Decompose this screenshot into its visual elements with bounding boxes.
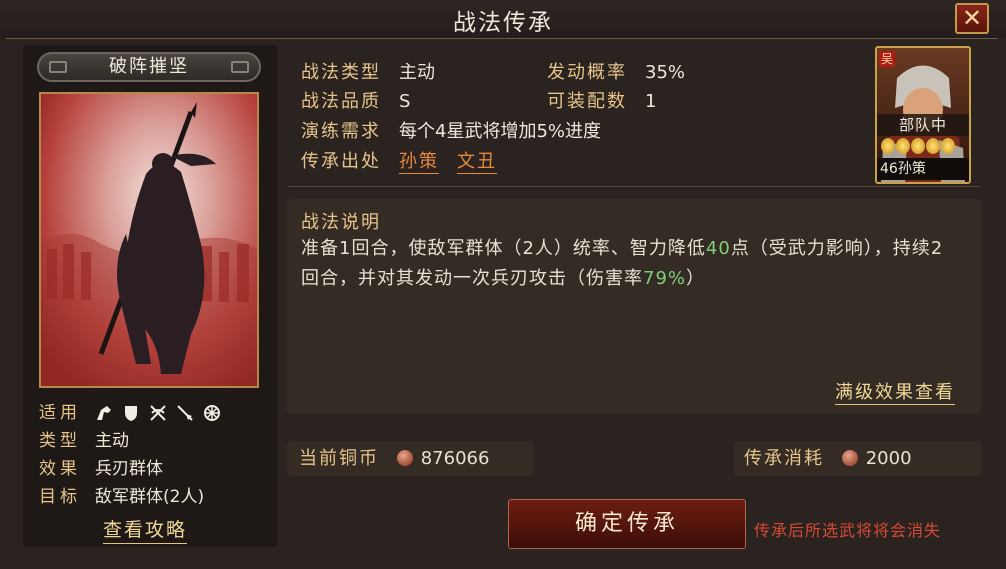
info-value: 主动 bbox=[399, 62, 435, 83]
description-value-highlight: 79% bbox=[643, 268, 687, 289]
star-icon bbox=[941, 138, 955, 154]
info-trigger-rate: 发动概率 35% bbox=[547, 60, 685, 86]
attr-label: 类型 bbox=[39, 431, 81, 451]
bow-icon bbox=[149, 404, 167, 422]
general-level-name: 46孙策 bbox=[877, 158, 969, 180]
current-copper-box: 当前铜币 876066 bbox=[287, 441, 533, 476]
general-card[interactable]: 吴 部队中 46孙策 bbox=[875, 46, 971, 184]
skill-description-panel: 战法说明 准备1回合，使敌军群体（2人）统率、智力降低40点（受武力影响），持续… bbox=[287, 199, 981, 414]
info-value: 1 bbox=[645, 91, 657, 112]
info-training-requirement: 演练需求 每个4星武将增加5%进度 bbox=[301, 119, 601, 145]
copper-coin-icon bbox=[396, 450, 413, 466]
attr-value: 敌军群体(2人) bbox=[95, 487, 205, 507]
spear-icon bbox=[176, 404, 194, 422]
info-label: 演练需求 bbox=[301, 121, 381, 142]
star-icon bbox=[896, 138, 910, 154]
attr-row-effect: 效果 兵刃群体 bbox=[39, 457, 163, 481]
skill-artwork bbox=[39, 92, 259, 388]
skill-card-panel: 破阵摧坚 适用 类型 主动 效果 兵刃群体 目标 敌军群体(2人) 查看攻略 bbox=[23, 45, 277, 547]
attr-row-type: 类型 主动 bbox=[39, 429, 129, 453]
info-label: 战法类型 bbox=[301, 62, 381, 83]
attr-row-target: 目标 敌军群体(2人) bbox=[39, 485, 204, 509]
inherit-warning-text: 传承后所选武将将会消失 bbox=[754, 521, 942, 540]
star-icon bbox=[911, 138, 925, 154]
info-divider bbox=[288, 186, 980, 187]
view-max-level-effect-link[interactable]: 满级效果查看 bbox=[835, 378, 955, 405]
cost-value: 2000 bbox=[865, 448, 912, 469]
faction-badge: 吴 bbox=[879, 51, 895, 67]
currency-value: 876066 bbox=[420, 448, 490, 469]
general-stars bbox=[881, 138, 955, 156]
info-value: 每个4星武将增加5%进度 bbox=[399, 121, 602, 142]
title-divider bbox=[6, 38, 998, 39]
unit-type-icons bbox=[95, 404, 221, 422]
info-equip-count: 可装配数 1 bbox=[547, 89, 656, 115]
attr-value: 主动 bbox=[95, 431, 129, 451]
close-button[interactable]: ✕ bbox=[955, 3, 989, 34]
siege-icon bbox=[203, 404, 221, 422]
cost-label: 传承消耗 bbox=[744, 448, 824, 469]
info-skill-type: 战法类型 主动 bbox=[301, 60, 435, 86]
info-value: 35% bbox=[645, 62, 686, 83]
general-status: 部队中 bbox=[877, 114, 969, 136]
attr-row-applicable: 适用 bbox=[39, 401, 221, 425]
description-text: 准备1回合，使敌军群体（2人）统率、智力降低40点（受武力影响），持续2回合，并… bbox=[301, 234, 961, 294]
attr-value: 兵刃群体 bbox=[95, 459, 163, 479]
description-value-highlight: 40 bbox=[705, 238, 731, 259]
warrior-silhouette-image bbox=[41, 94, 257, 386]
info-skill-quality: 战法品质 S bbox=[301, 89, 410, 115]
skill-name: 破阵摧坚 bbox=[37, 52, 261, 82]
attr-label: 效果 bbox=[39, 459, 81, 479]
window-title: 战法传承 bbox=[453, 10, 553, 36]
confirm-inherit-button[interactable]: 确定传承 bbox=[508, 499, 746, 549]
cavalry-icon bbox=[95, 404, 113, 422]
attr-label: 目标 bbox=[39, 487, 81, 507]
attr-label: 适用 bbox=[39, 403, 81, 423]
info-label: 发动概率 bbox=[547, 62, 627, 83]
inherit-cost-box: 传承消耗 2000 bbox=[734, 441, 981, 476]
description-segment: 准备1回合，使敌军群体（2人）统率、智力降低 bbox=[301, 238, 706, 259]
info-label: 传承出处 bbox=[301, 151, 381, 172]
view-strategy-link[interactable]: 查看攻略 bbox=[103, 515, 188, 544]
info-label: 战法品质 bbox=[301, 91, 381, 112]
source-general-link[interactable]: 文丑 bbox=[457, 151, 497, 174]
shield-icon bbox=[122, 404, 140, 422]
info-inherit-source: 传承出处 孙策 文丑 bbox=[301, 149, 497, 175]
star-icon bbox=[926, 138, 940, 154]
description-segment: ） bbox=[686, 268, 706, 289]
close-icon: ✕ bbox=[961, 4, 983, 32]
info-label: 可装配数 bbox=[547, 91, 627, 112]
star-icon bbox=[881, 138, 895, 154]
copper-coin-icon bbox=[841, 450, 858, 466]
info-value: S bbox=[399, 91, 411, 112]
source-general-link[interactable]: 孙策 bbox=[399, 151, 439, 174]
currency-label: 当前铜币 bbox=[299, 448, 379, 469]
description-title: 战法说明 bbox=[301, 212, 381, 233]
